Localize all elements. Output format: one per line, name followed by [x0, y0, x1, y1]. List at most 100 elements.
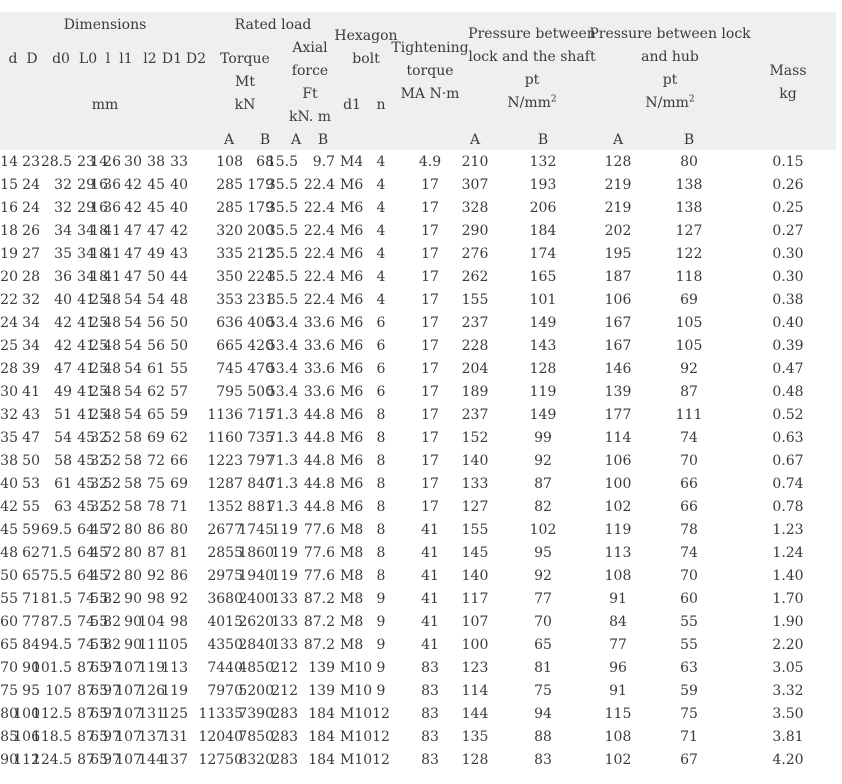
cell-l1: 52 [103, 499, 121, 515]
cell-hub-a: 106 [604, 453, 632, 469]
cell-D: 77 [22, 614, 40, 630]
cell-force-a: 53.4 [266, 315, 298, 331]
cell-D2: 105 [161, 637, 188, 653]
cell-shaft-b: 77 [534, 591, 552, 607]
cell-torque-b: 2840 [238, 637, 274, 653]
cell-n: 12 [372, 752, 390, 768]
cell-mass: 1.24 [772, 545, 804, 561]
cell-hub-b: 69 [680, 292, 698, 308]
cell-D1: 49 [147, 246, 165, 262]
cell-force-a: 35.5 [266, 246, 298, 262]
cell-torque-a: 1287 [207, 476, 243, 492]
cell-force-b: 22.4 [303, 246, 335, 262]
cell-bolt: M6 [340, 315, 364, 331]
cell-hub-a: 146 [604, 361, 632, 377]
cell-force-a: 53.4 [266, 384, 298, 400]
col-L0-header: L0 [78, 51, 98, 67]
cell-n: 4 [376, 223, 386, 239]
cell-mass: 0.40 [772, 315, 804, 331]
cell-D2: 33 [170, 154, 188, 170]
cell-D1: 45 [147, 200, 165, 216]
cell-hub-a: 114 [604, 430, 632, 446]
cell-D1: 61 [147, 361, 165, 377]
cell-hub-a: 91 [609, 683, 627, 699]
cell-D2: 113 [161, 660, 188, 676]
cell-n: 8 [376, 407, 386, 423]
cell-shaft-a: 189 [461, 384, 489, 400]
cell-tightening-torque: 83 [421, 706, 439, 722]
cell-hub-a: 115 [604, 706, 632, 722]
cell-D: 24 [22, 200, 40, 216]
cell-D: 43 [22, 407, 40, 423]
cell-tightening-torque: 83 [421, 729, 439, 745]
cell-mass: 4.20 [772, 752, 804, 768]
cell-force-b: 184 [308, 706, 335, 722]
cell-d0: 32 [54, 200, 72, 216]
cell-D2: 42 [170, 223, 188, 239]
col-d-header: d [8, 51, 18, 67]
cell-n: 6 [376, 361, 386, 377]
cell-mass: 0.30 [772, 269, 804, 285]
table-row: 19 27 35 34 18 41 47 49 43 335 212 35.5 22.4 M6 4 17 276… [0, 243, 836, 266]
cell-force-b: 87.2 [303, 614, 335, 630]
cell-D: 84 [22, 637, 40, 653]
cell-mass: 0.15 [772, 154, 804, 170]
cell-D1: 65 [147, 407, 165, 423]
cell-mass: 0.26 [772, 177, 804, 193]
cell-hub-a: 106 [604, 292, 632, 308]
cell-d: 35 [0, 430, 18, 446]
cell-hub-a: 108 [604, 568, 632, 584]
cell-force-b: 184 [308, 729, 335, 745]
cell-tightening-torque: 17 [421, 223, 439, 239]
cell-tightening-torque: 41 [421, 522, 439, 538]
cell-hub-a: 177 [604, 407, 632, 423]
torque-unit-header: MA N·m [400, 86, 460, 102]
unit-hub-header: N/mm2 [645, 95, 694, 111]
cell-force-b: 9.7 [312, 154, 335, 170]
cell-d0: 42 [54, 315, 72, 331]
cell-shaft-a: 307 [461, 177, 489, 193]
cell-bolt: M6 [340, 246, 364, 262]
col-D1-header: D1 [161, 51, 183, 67]
cell-n: 4 [376, 200, 386, 216]
cell-n: 8 [376, 522, 386, 538]
cell-mass: 0.27 [772, 223, 804, 239]
cell-force-a: 212 [271, 660, 298, 676]
cell-D2: 55 [170, 361, 188, 377]
cell-n: 4 [376, 246, 386, 262]
cell-D: 62 [22, 545, 40, 561]
cell-D2: 131 [161, 729, 188, 745]
cell-mass: 1.70 [772, 591, 804, 607]
cell-l2: 47 [124, 246, 142, 262]
cell-tightening-torque: 17 [421, 269, 439, 285]
cell-hub-b: 55 [680, 614, 698, 630]
cell-d: 50 [0, 568, 18, 584]
cell-force-a: 212 [271, 683, 298, 699]
cell-shaft-b: 128 [529, 361, 557, 377]
cell-bolt: M8 [340, 637, 364, 653]
cell-shaft-a: 133 [461, 476, 489, 492]
cell-tightening-torque: 17 [421, 246, 439, 262]
cell-n: 12 [372, 729, 390, 745]
cell-torque-b: 2400 [238, 591, 274, 607]
cell-tightening-torque: 41 [421, 591, 439, 607]
cell-force-a: 119 [271, 522, 298, 538]
table-row: 48 62 71.5 64 45 72 80 87 81 2855 1860 119 77.6 M8 8 41… [0, 542, 836, 565]
cell-shaft-a: 127 [461, 499, 489, 515]
cell-n: 8 [376, 476, 386, 492]
cell-D2: 86 [170, 568, 188, 584]
table-row: 35 47 54 45 32 52 58 69 62 1160 735 71.3 44.8 M6 8 17 15… [0, 427, 836, 450]
cell-force-b: 33.6 [303, 361, 335, 377]
cell-l2: 80 [124, 568, 142, 584]
cell-l1: 52 [103, 476, 121, 492]
cell-hub-a: 113 [604, 545, 632, 561]
cell-bolt: M10 [340, 683, 373, 699]
hexagon-header: Hexagon [334, 28, 398, 44]
cell-shaft-b: 94 [534, 706, 552, 722]
cell-d0: 107 [45, 683, 72, 699]
pressure-shaft-header: Pressure between [468, 26, 596, 42]
cell-n: 8 [376, 568, 386, 584]
cell-bolt: M8 [340, 614, 364, 630]
cell-D: 55 [22, 499, 40, 515]
cell-bolt: M10 [340, 706, 373, 722]
